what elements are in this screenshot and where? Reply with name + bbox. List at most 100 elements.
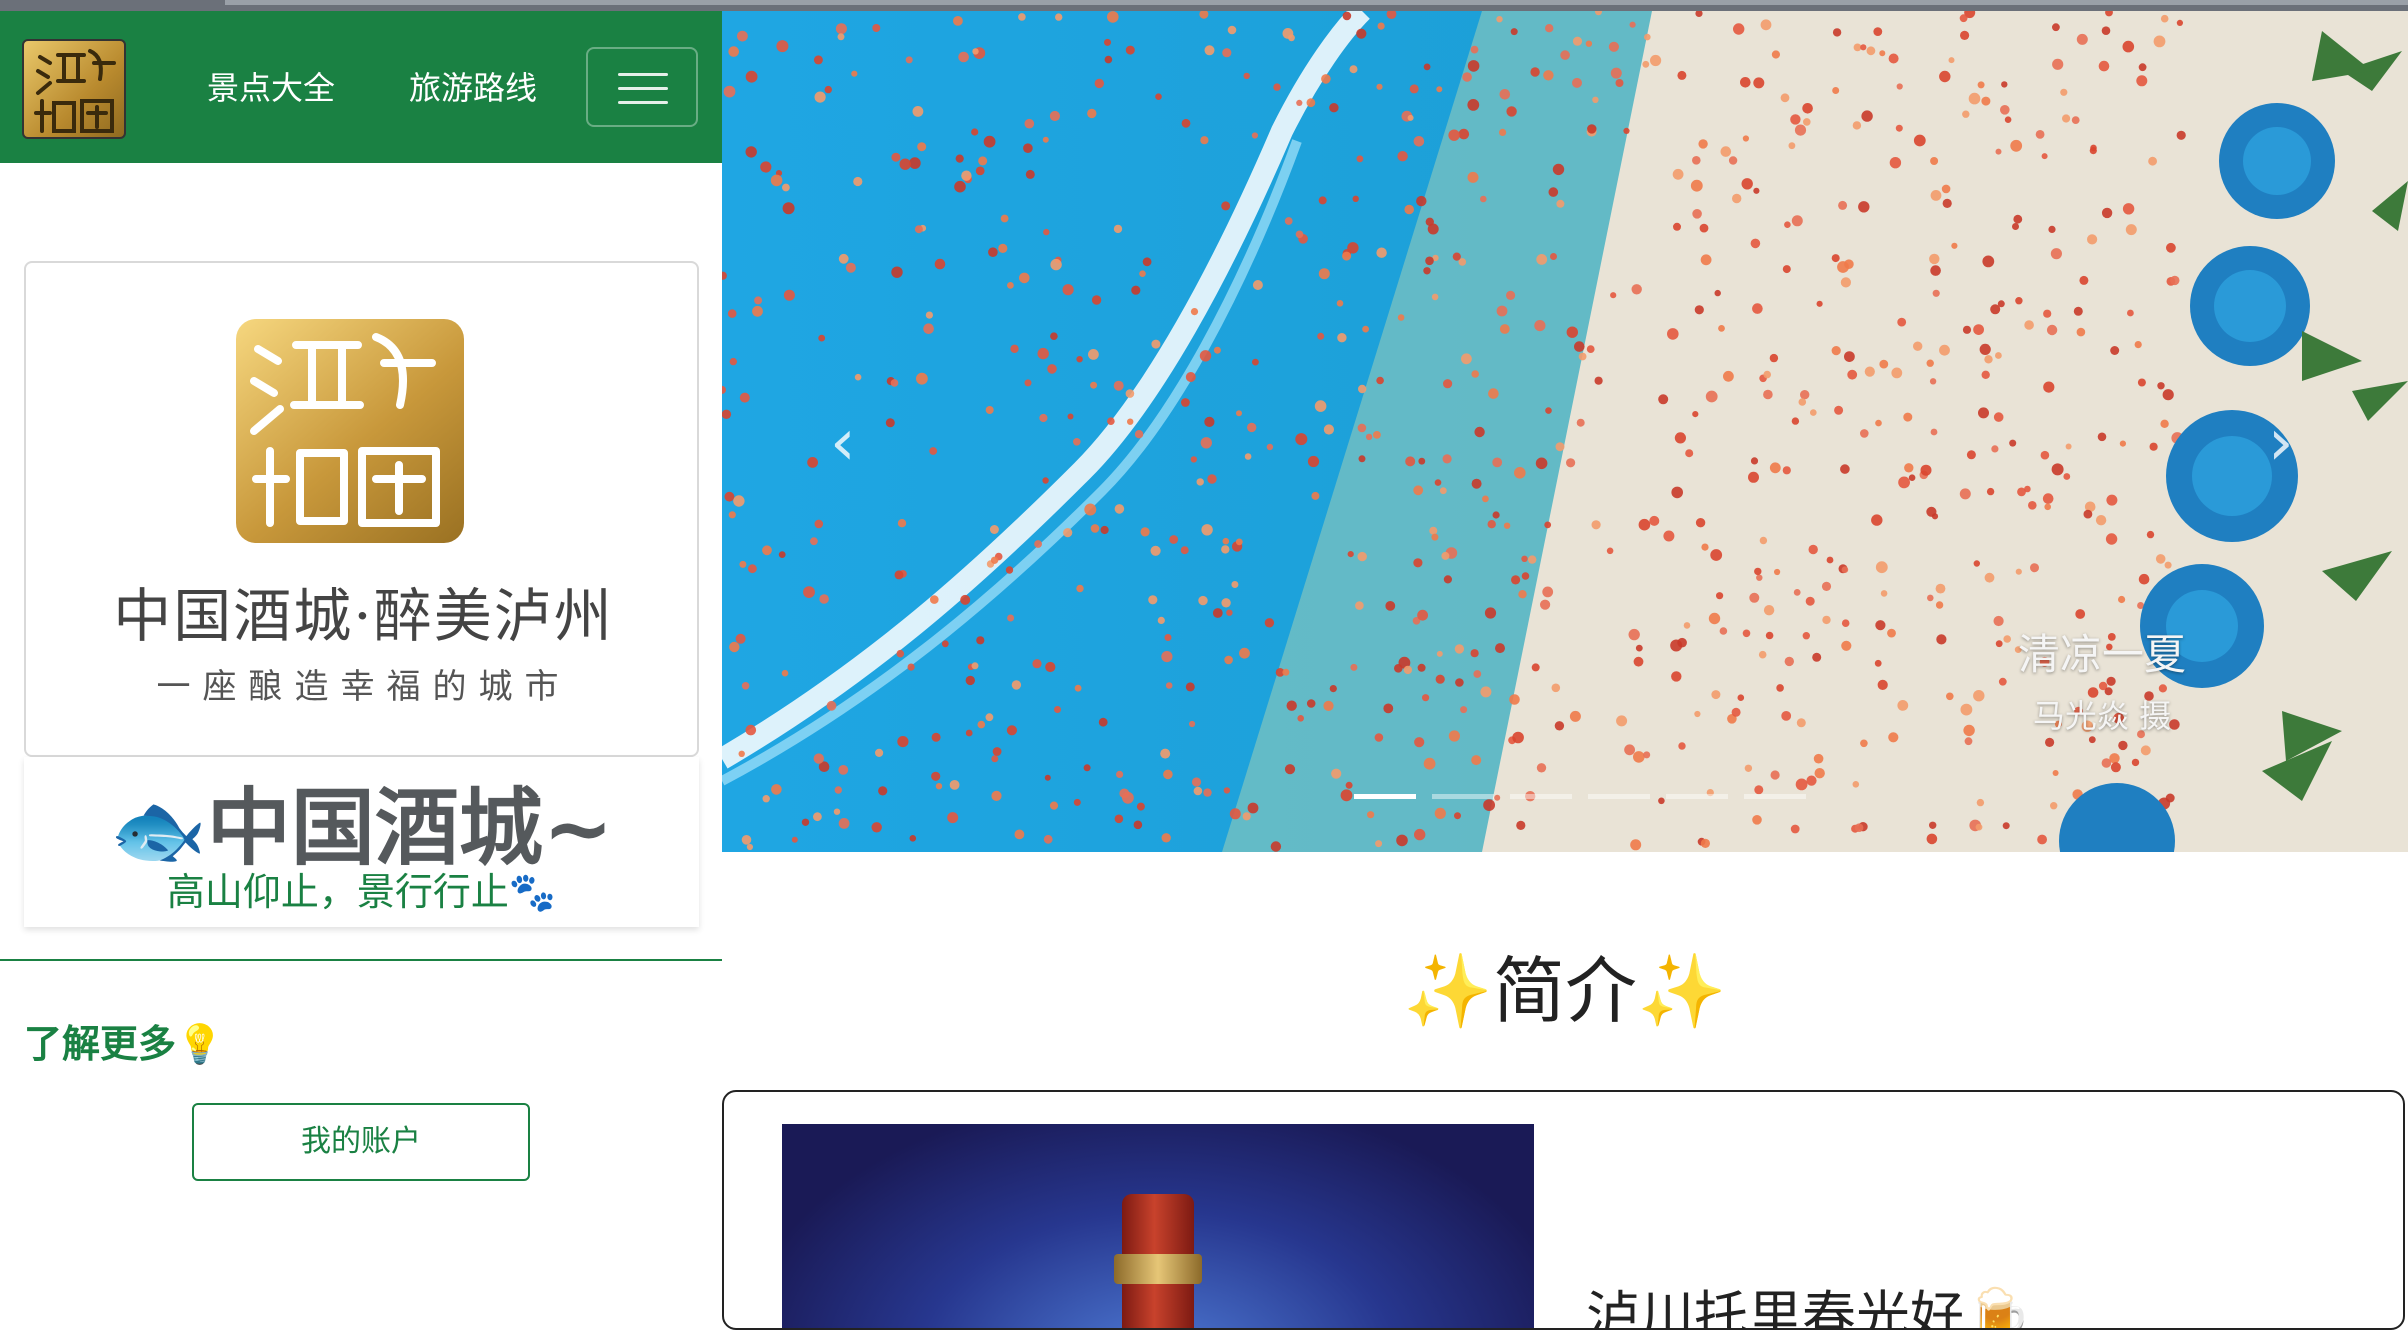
nav-link-routes[interactable]: 旅游路线 — [409, 63, 537, 113]
paw-icon: 🐾 — [508, 870, 557, 914]
swimmer-dot — [1191, 777, 1202, 787]
my-account-button[interactable]: 我的账户 — [192, 1103, 530, 1181]
swimmer-dot — [1306, 699, 1316, 708]
swimmer-dot — [1658, 394, 1669, 405]
swimmer-dot — [1282, 668, 1290, 676]
swimmer-dot — [1252, 358, 1259, 366]
swimmer-dot — [1034, 540, 1042, 548]
swimmer-dot — [745, 70, 758, 83]
swimmer-dot — [1495, 643, 1505, 654]
swimmer-dot — [1087, 108, 1097, 119]
swimmer-dot — [1784, 221, 1791, 228]
swimmer-dot — [1193, 786, 1203, 796]
swimmer-dot — [1978, 407, 1989, 419]
chevron-right-icon[interactable]: › — [2268, 411, 2294, 475]
site-logo[interactable] — [22, 39, 126, 139]
swimmer-dot — [1754, 567, 1762, 576]
swimmer-dot — [1760, 19, 1772, 31]
swimmer-dot — [1160, 748, 1171, 759]
swimmer-dot — [1358, 384, 1367, 394]
swimmer-dot — [1455, 678, 1464, 687]
swimmer-dot — [1643, 751, 1651, 759]
carousel-indicator[interactable] — [1588, 794, 1650, 799]
swimmer-dot — [1423, 757, 1436, 770]
swimmer-dot — [1025, 169, 1035, 179]
swimmer-dot — [955, 154, 964, 163]
swimmer-dot — [1805, 596, 1815, 606]
swimmer-dot — [2148, 156, 2157, 166]
swimmer-dot — [1528, 555, 1537, 564]
swimmer-dot — [826, 700, 837, 711]
carousel-indicator[interactable] — [1354, 794, 1416, 799]
swimmer-dot — [1891, 367, 1903, 379]
swimmer-dot — [912, 106, 924, 117]
swimmer-dot — [1864, 366, 1875, 377]
swimmer-dot — [2043, 381, 2055, 393]
swimmer-dot — [1710, 549, 1723, 561]
swimmer-dot — [1887, 628, 1896, 638]
swimmer-dot — [1221, 201, 1231, 211]
swimmer-dot — [1534, 320, 1546, 332]
swimmer-dot — [2009, 439, 2017, 447]
swimmer-dot — [1742, 629, 1751, 638]
swimmer-dot — [1888, 732, 1899, 743]
swimmer-dot — [1793, 589, 1801, 596]
swimmer-dot — [1630, 839, 1642, 851]
nav-link-attractions[interactable]: 景点大全 — [207, 63, 335, 113]
carousel-indicator[interactable] — [1744, 794, 1806, 799]
chevron-left-icon[interactable]: ‹ — [830, 411, 856, 475]
swimmer-dot — [1439, 487, 1447, 495]
carousel-indicator[interactable] — [1666, 794, 1728, 799]
swimmer-dot — [1976, 798, 1985, 807]
swimmer-dot — [2073, 306, 2083, 316]
swimmer-dot — [2134, 341, 2142, 349]
swimmer-dot — [728, 511, 736, 519]
swimmer-dot — [1926, 506, 1937, 517]
swimmer-dot — [1935, 601, 1944, 609]
swimmer-dot — [1213, 346, 1221, 354]
swimmer-dot — [1536, 763, 1547, 773]
swimmer-dot — [1930, 157, 1939, 165]
swimmer-dot — [1531, 663, 1540, 672]
swimmer-dot — [2109, 753, 2120, 764]
swimmer-dot — [1431, 533, 1439, 541]
swimmer-dot — [1754, 785, 1764, 795]
swimmer-dot — [1074, 684, 1082, 692]
swimmer-dot — [1913, 134, 1926, 147]
swimmer-dot — [1454, 812, 1461, 820]
swimmer-dot — [1606, 547, 1614, 555]
swimmer-dot — [1896, 83, 1903, 90]
swimmer-dot — [1503, 522, 1511, 529]
swimmer-dot — [1114, 814, 1124, 824]
swimmer-dot — [1042, 136, 1049, 143]
carousel-indicator[interactable] — [1432, 794, 1494, 799]
carousel-indicator[interactable] — [1510, 794, 1572, 799]
swimmer-dot — [1939, 70, 1951, 83]
swimmer-dot — [1307, 455, 1320, 468]
sidebar-divider — [0, 959, 722, 961]
swimmer-dot — [914, 225, 923, 234]
swimmer-dot — [1926, 359, 1934, 367]
swimmer-dot — [1572, 36, 1583, 46]
swimmer-dot — [1644, 33, 1651, 41]
swimmer-dot — [1323, 424, 1334, 435]
lightbulb-icon: 💡 — [176, 1022, 224, 1066]
swimmer-dot — [1897, 317, 1907, 327]
swimmer-dot — [1973, 560, 1981, 567]
swimmer-dot — [741, 682, 750, 690]
swimmer-dot — [1962, 110, 1970, 118]
swimmer-dot — [2105, 533, 2118, 545]
swimmer-dot — [1677, 70, 1687, 80]
swimmer-dot — [1545, 24, 1554, 33]
swimmer-dot — [1340, 789, 1353, 802]
swimmer-dot — [1014, 829, 1025, 840]
menu-toggle-button[interactable] — [586, 47, 698, 127]
swimmer-dot — [2138, 63, 2147, 72]
swimmer-dot — [1832, 87, 1840, 94]
swimmer-dot — [1318, 196, 1327, 205]
swimmer-dot — [1667, 328, 1679, 340]
swimmer-dot — [961, 170, 972, 181]
swimmer-dot — [819, 594, 829, 604]
swimmer-dot — [1113, 380, 1124, 391]
swimmer-dot — [1127, 418, 1134, 425]
